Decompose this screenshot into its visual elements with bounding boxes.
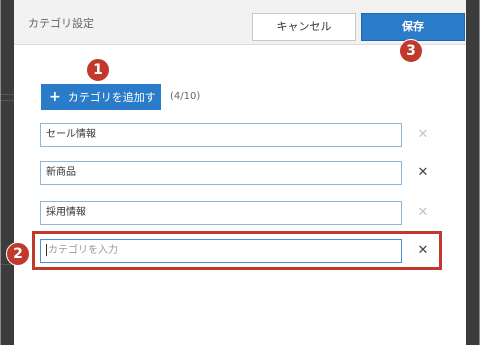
dialog-title: カテゴリ設定 (28, 17, 94, 30)
background-page-right (466, 0, 479, 345)
delete-icon-3[interactable]: ✕ (414, 204, 432, 222)
annotation-badge-3: 3 (399, 39, 423, 63)
delete-icon-1[interactable]: ✕ (414, 126, 432, 144)
delete-icon-2[interactable]: ✕ (414, 164, 432, 182)
category-input-1[interactable]: セール情報 (40, 123, 402, 147)
category-count: (4/10) (170, 91, 201, 102)
background-page-left (1, 0, 14, 345)
save-button[interactable]: 保存 (361, 13, 465, 41)
annotation-badge-2: 2 (6, 242, 30, 266)
plus-icon: + (49, 89, 61, 105)
category-input-3[interactable]: 採用情報 (40, 201, 402, 225)
dialog-header: カテゴリ設定 キャンセル 保存 (14, 0, 466, 45)
cancel-button[interactable]: キャンセル (252, 13, 356, 41)
annotation-badge-1: 1 (86, 58, 110, 82)
add-category-button[interactable]: +カテゴリを追加する (41, 84, 161, 130)
category-input-2[interactable]: 新商品 (40, 161, 402, 185)
annotation-highlight-box (32, 231, 442, 270)
